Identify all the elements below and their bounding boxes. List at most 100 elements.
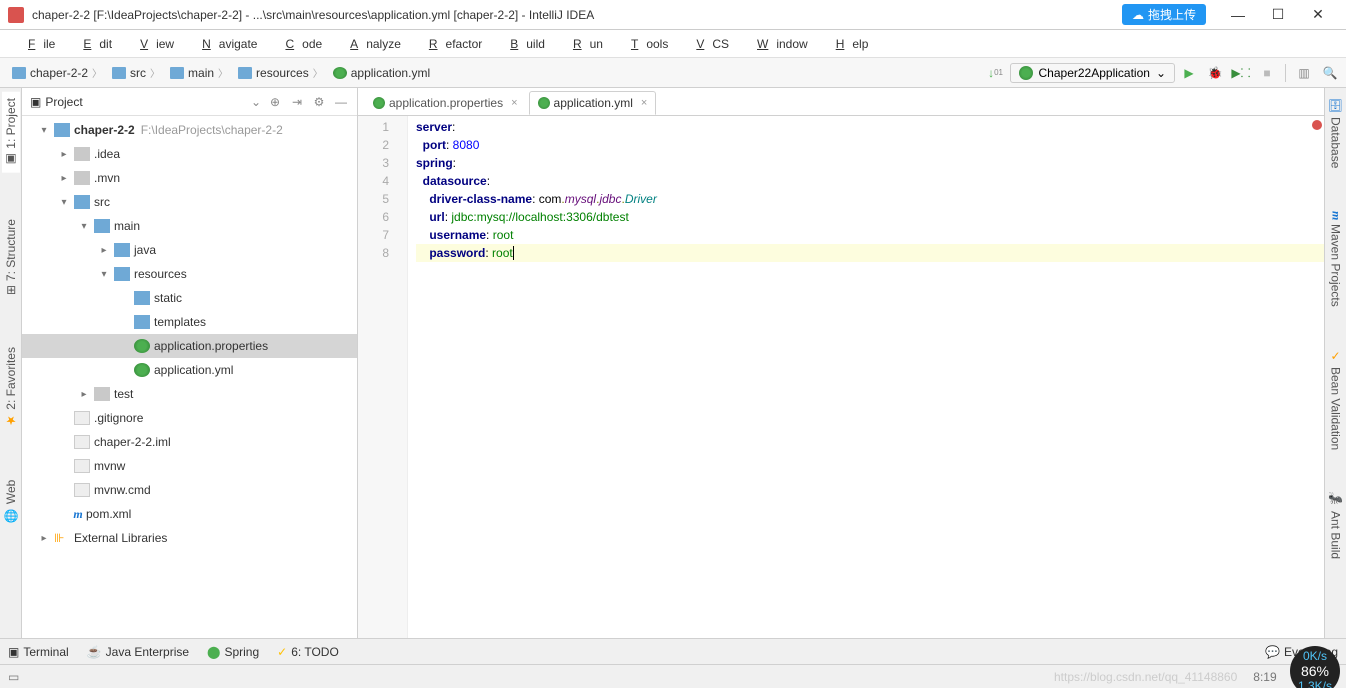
error-marker-icon[interactable] (1312, 120, 1322, 130)
line-number: 2 (358, 136, 389, 154)
tree-arrow-icon[interactable]: ▾ (58, 197, 70, 208)
tab-favorites[interactable]: ★2: Favorites (2, 341, 20, 434)
network-monitor[interactable]: 0K/s 86% 1.3K/s (1290, 646, 1340, 688)
tab-maven[interactable]: mMaven Projects (1326, 205, 1346, 313)
upload-button[interactable]: ☁拖拽上传 (1122, 4, 1206, 25)
chevron-down-icon[interactable]: ⌄ (251, 95, 261, 109)
close-tab-icon[interactable]: × (641, 97, 647, 109)
menu-navigate[interactable]: Navigate (186, 33, 265, 55)
tree-item[interactable]: ▸.idea (22, 142, 357, 166)
tree-item[interactable]: application.yml (22, 358, 357, 382)
tree-item[interactable]: static (22, 286, 357, 310)
menu-edit[interactable]: Edit (67, 33, 120, 55)
menu-run[interactable]: Run (557, 33, 611, 55)
tab-project[interactable]: ▣1: Project (2, 92, 20, 173)
tab-spring[interactable]: ⬤Spring (207, 645, 259, 659)
settings-icon[interactable]: ⚙ (311, 95, 327, 109)
tree-item[interactable]: mvnw.cmd (22, 478, 357, 502)
tree-item[interactable]: ▾main (22, 214, 357, 238)
tree-item[interactable]: ▸⊪External Libraries (22, 526, 357, 550)
run-with-coverage-button[interactable]: ▶⸬ (1233, 65, 1249, 81)
tab-structure[interactable]: ⊞7: Structure (2, 213, 20, 301)
breadcrumb-item[interactable]: src (108, 61, 164, 85)
right-tool-tabs: 🗄Database mMaven Projects ✓Bean Validati… (1324, 88, 1346, 638)
tree-label: application.yml (154, 363, 233, 377)
net-upload: 0K/s (1303, 649, 1327, 663)
editor-body[interactable]: 12345678 server: port: 8080 spring: data… (358, 116, 1324, 638)
tree-item[interactable]: templates (22, 310, 357, 334)
close-button[interactable]: ✕ (1298, 6, 1338, 23)
breadcrumb-label: src (130, 66, 146, 80)
tree-item[interactable]: ▾chaper-2-2F:\IdeaProjects\chaper-2-2 (22, 118, 357, 142)
tree-item[interactable]: .gitignore (22, 406, 357, 430)
tree-arrow-icon[interactable]: ▾ (38, 125, 50, 136)
debug-button[interactable]: 🐞 (1207, 65, 1223, 81)
tree-arrow-icon[interactable]: ▸ (58, 149, 70, 160)
editor-tab-label: application.yml (554, 96, 633, 110)
tree-arrow-icon[interactable]: ▸ (98, 245, 110, 256)
collapse-icon[interactable]: ⇥ (289, 95, 305, 109)
tab-bean-validation[interactable]: ✓Bean Validation (1327, 343, 1345, 456)
tab-database[interactable]: 🗄Database (1327, 92, 1345, 175)
tab-terminal[interactable]: ▣Terminal (8, 645, 69, 659)
menu-build[interactable]: Build (494, 33, 553, 55)
tree-arrow-icon[interactable]: ▸ (38, 533, 50, 544)
tree-arrow-icon[interactable]: ▸ (58, 173, 70, 184)
hide-icon[interactable]: — (333, 95, 349, 109)
breadcrumb-item[interactable]: application.yml (329, 61, 438, 85)
minimize-button[interactable]: — (1218, 7, 1258, 23)
menu-refactor[interactable]: Refactor (413, 33, 490, 55)
breadcrumb-item[interactable]: chaper-2-2 (8, 61, 106, 85)
tree-item[interactable]: ▸ test (22, 382, 357, 406)
menu-analyze[interactable]: Analyze (334, 33, 409, 55)
tree-item[interactable]: ▾ src (22, 190, 357, 214)
line-number: 8 (358, 244, 389, 262)
breadcrumb-item[interactable]: resources (234, 61, 327, 85)
tree-label: test (114, 387, 133, 401)
code-content[interactable]: server: port: 8080 spring: datasource: d… (408, 116, 1324, 638)
tab-web[interactable]: 🌐Web (2, 474, 20, 529)
tab-ant-build[interactable]: 🐜Ant Build (1327, 486, 1345, 565)
menu-help[interactable]: Help (820, 33, 877, 55)
locate-icon[interactable]: ⊕ (267, 95, 283, 109)
menu-file[interactable]: File (12, 33, 63, 55)
menu-code[interactable]: Code (269, 33, 330, 55)
tree-arrow-icon[interactable]: ▾ (98, 269, 110, 280)
watermark: https://blog.csdn.net/qq_41148860 (1054, 670, 1237, 684)
tree-label: src (94, 195, 110, 209)
project-tw-title[interactable]: Project (45, 95, 82, 109)
editor-tab[interactable]: application.properties× (364, 91, 527, 115)
breadcrumb-item[interactable]: main (166, 61, 232, 85)
tree-arrow-icon[interactable]: ▸ (78, 389, 90, 400)
stop-button[interactable]: ■ (1259, 65, 1275, 81)
tree-item[interactable]: ▸.mvn (22, 166, 357, 190)
maximize-button[interactable]: ☐ (1258, 6, 1298, 23)
cursor-position[interactable]: 8:19 (1253, 670, 1276, 684)
menu-vcs[interactable]: VCS (680, 33, 737, 55)
status-icon[interactable]: ▭ (8, 670, 19, 684)
editor-area: application.properties×application.yml× … (358, 88, 1324, 638)
project-tree[interactable]: ▾chaper-2-2F:\IdeaProjects\chaper-2-2▸.i… (22, 116, 357, 638)
tree-arrow-icon[interactable]: ▾ (78, 221, 90, 232)
tree-item[interactable]: chaper-2-2.iml (22, 430, 357, 454)
menu-view[interactable]: View (124, 33, 182, 55)
search-everywhere-button[interactable]: 🔍 (1322, 65, 1338, 81)
tab-java-enterprise[interactable]: ☕Java Enterprise (87, 645, 189, 659)
run-configuration-dropdown[interactable]: Chaper22Application ⌄ (1010, 63, 1175, 83)
tree-item[interactable]: mvnw (22, 454, 357, 478)
menu-window[interactable]: Window (741, 33, 816, 55)
tree-item[interactable]: application.properties (22, 334, 357, 358)
editor-tab[interactable]: application.yml × (529, 91, 657, 115)
tree-item[interactable]: mpom.xml (22, 502, 357, 526)
tab-todo[interactable]: ✓6: TODO (277, 645, 339, 659)
menu-tools[interactable]: Tools (615, 33, 676, 55)
run-button[interactable]: ▶ (1181, 65, 1197, 81)
tree-item[interactable]: ▾resources (22, 262, 357, 286)
build-down-icon[interactable]: ↓01 (988, 65, 1004, 81)
folder-b-icon (134, 291, 150, 305)
close-tab-icon[interactable]: × (511, 97, 517, 109)
project-structure-button[interactable]: ▥ (1296, 65, 1312, 81)
tree-item[interactable]: ▸java (22, 238, 357, 262)
folder-g-icon (94, 387, 110, 401)
chevron-down-icon: ⌄ (1156, 66, 1166, 80)
